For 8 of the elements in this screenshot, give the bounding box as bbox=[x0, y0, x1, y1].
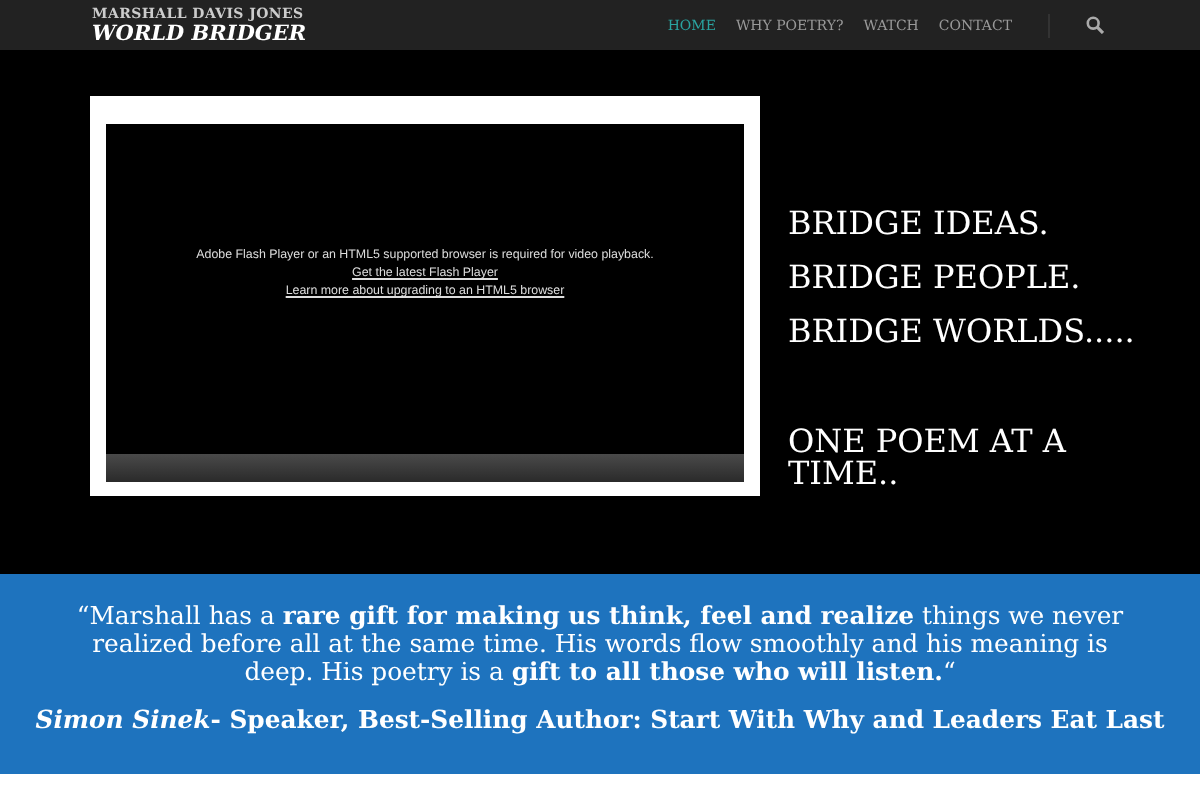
search-icon[interactable] bbox=[1086, 16, 1104, 34]
tagline: BRIDGE PEOPLE. bbox=[788, 262, 1083, 294]
closing-tagline: ONE POEM AT A TIME.. bbox=[788, 426, 1069, 490]
tagline: BRIDGE WORLDS..... bbox=[788, 316, 1137, 348]
tagline: BRIDGE IDEAS. bbox=[788, 208, 1051, 240]
testimonial-attribution: Simon Sinek- Speaker, Best-Selling Author: Start With Why and Leaders Eat Last bbox=[35, 704, 1165, 734]
testimonial-quote: “Marshall has a rare gift for making us think, feel and realize things we never realized before all at the same time. His words flow smoothly and his meaning is deep. His poetry is a gift to all those who will listen.“ bbox=[74, 602, 1126, 686]
logo-title[interactable]: WORLD BRIDGER bbox=[92, 22, 307, 46]
